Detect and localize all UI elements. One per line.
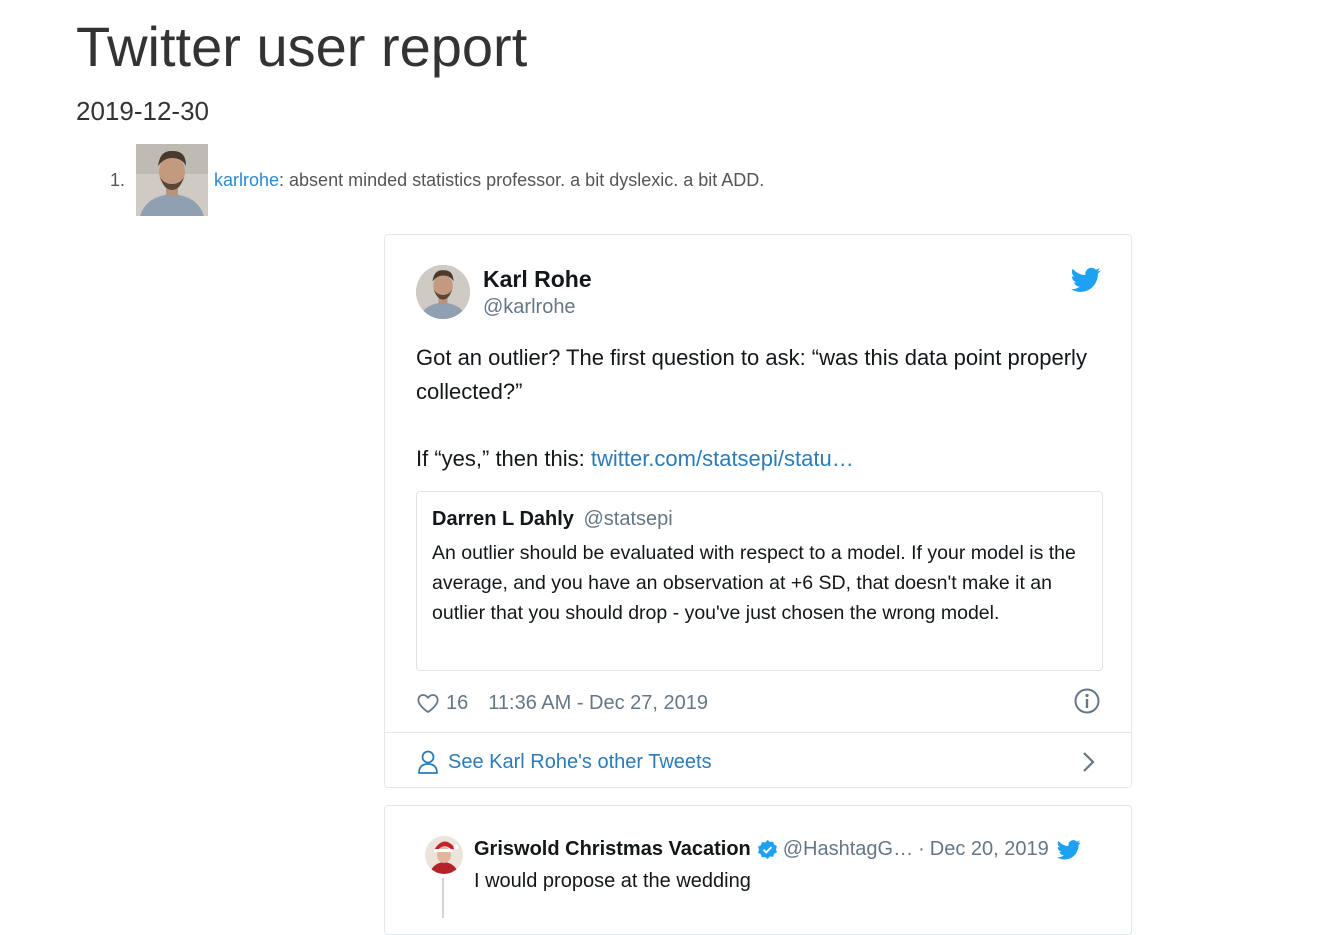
info-icon[interactable]	[1073, 687, 1101, 715]
report-date: 2019-12-30	[76, 96, 209, 126]
user-link[interactable]: karlrohe	[214, 170, 279, 191]
user-list-item: 1. karlrohe : absent minded statistics p…	[110, 143, 764, 217]
person-icon	[418, 750, 438, 774]
quoted-author-handle: @statsepi	[583, 508, 673, 530]
list-number: 1.	[110, 169, 126, 190]
tweet2-avatar[interactable]	[425, 836, 463, 874]
tweet-timestamp[interactable]: 11:36 AM - Dec 27, 2019	[488, 692, 708, 715]
see-other-tweets-link[interactable]: See Karl Rohe's other Tweets	[416, 747, 712, 777]
separator-dot: ·	[918, 838, 925, 860]
like-count[interactable]: 16	[446, 692, 468, 715]
tweet-card: Karl Rohe @karlrohe Got an outlier? The …	[384, 234, 1132, 788]
quoted-tweet[interactable]: Darren L Dahly @statsepi An outlier shou…	[416, 491, 1103, 671]
see-other-tweets-label[interactable]: See Karl Rohe's other Tweets	[448, 751, 712, 774]
verified-icon	[757, 839, 777, 860]
twitter-bird-icon[interactable]	[1056, 839, 1081, 860]
tweet-meta: 16 11:36 AM - Dec 27, 2019	[416, 687, 708, 719]
chevron-right-icon[interactable]	[1081, 751, 1097, 773]
tweet-author-name[interactable]: Karl Rohe	[483, 266, 592, 293]
tweet-author-handle[interactable]: @karlrohe	[483, 296, 576, 319]
tweet-card-2: Griswold Christmas Vacation @HashtagG… ·…	[384, 805, 1132, 935]
tweet-text-prefix: If “yes,” then this:	[416, 446, 591, 471]
user-description: : absent minded statistics professor. a …	[279, 169, 765, 190]
tweet-link[interactable]: twitter.com/statsepi/statu…	[591, 446, 854, 471]
tweet2-header: Griswold Christmas Vacation @HashtagG… ·…	[474, 838, 1114, 861]
tweet2-author-name[interactable]: Griswold Christmas Vacation	[474, 838, 751, 861]
tweet-text: Got an outlier? The first question to as…	[416, 341, 1096, 476]
twitter-bird-icon[interactable]	[1071, 267, 1101, 293]
page-title: Twitter user report	[76, 15, 528, 78]
tweet-avatar[interactable]	[416, 265, 470, 319]
quoted-tweet-text: An outlier should be evaluated with resp…	[432, 542, 1076, 624]
thread-line	[442, 878, 444, 918]
divider	[385, 732, 1131, 733]
tweet2-date[interactable]: Dec 20, 2019	[930, 838, 1049, 861]
avatar	[136, 144, 208, 216]
tweet-text-line2: If “yes,” then this: twitter.com/statsep…	[416, 442, 1096, 476]
tweet-text-line1: Got an outlier? The first question to as…	[416, 345, 1087, 404]
tweet2-author-handle[interactable]: @HashtagG…	[783, 838, 913, 861]
tweet2-text: I would propose at the wedding	[474, 870, 751, 892]
quoted-author-name: Darren L Dahly	[432, 508, 574, 530]
quoted-tweet-header: Darren L Dahly @statsepi	[432, 508, 673, 531]
heart-icon[interactable]	[416, 691, 440, 715]
